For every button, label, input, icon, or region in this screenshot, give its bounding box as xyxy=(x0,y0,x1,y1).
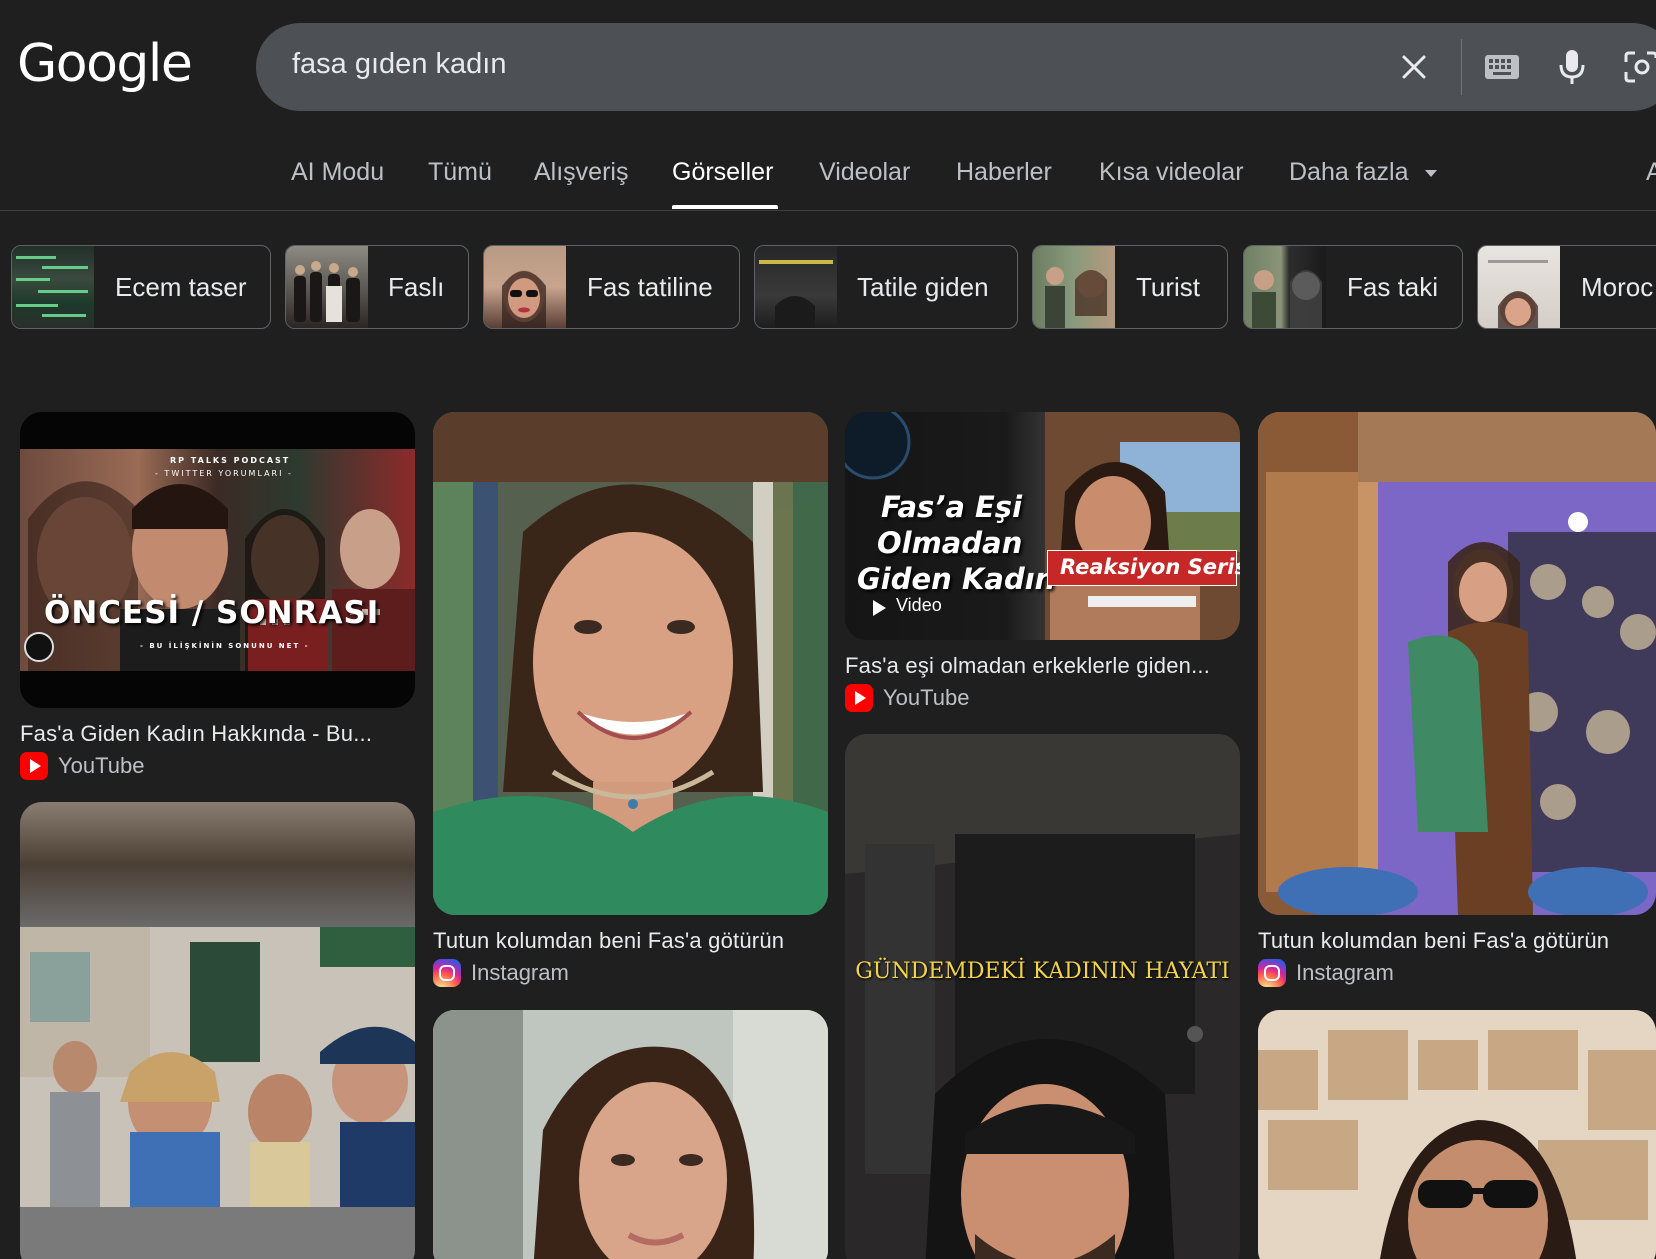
chip-label: Faslı xyxy=(388,272,445,302)
chip-tatile-giden[interactable]: Tatile giden xyxy=(754,245,1018,329)
chip-label: Turist xyxy=(1136,272,1201,302)
instagram-icon xyxy=(1258,959,1286,987)
tab-all[interactable]: Tümü xyxy=(428,158,492,187)
tab-ai-mode[interactable]: AI Modu xyxy=(291,158,384,187)
chip-thumbnail xyxy=(12,246,94,328)
chip-ecem-taser[interactable]: Ecem taser xyxy=(11,245,271,329)
overlay-line: Fas’a Eşi xyxy=(881,490,1023,524)
result-title[interactable]: Tutun kolumdan beni Fas'a götürün xyxy=(433,928,784,954)
search-bar[interactable]: fasa gıden kadın xyxy=(256,23,1656,111)
microphone-icon[interactable] xyxy=(1550,45,1594,89)
result-source[interactable]: Instagram xyxy=(471,960,569,986)
result-title[interactable]: Tutun kolumdan beni Fas'a götürün xyxy=(1258,928,1609,954)
result-title[interactable]: Fas'a Giden Kadın Hakkında - Bu... xyxy=(20,721,372,747)
play-icon xyxy=(873,600,886,616)
overlay-caption-bar xyxy=(1088,596,1196,607)
chip-thumbnail xyxy=(484,246,566,328)
tabs-divider xyxy=(0,210,1656,211)
tab-tools-partial[interactable]: A xyxy=(1646,158,1656,187)
search-tabs: AI Modu Tümü Alışveriş Görseller Videola… xyxy=(0,150,1656,212)
chip-label: Tatile giden xyxy=(857,272,989,302)
tab-more-label: Daha fazla xyxy=(1289,158,1409,186)
overlay-caption: GÜNDEMDEKİ KADININ HAYATI xyxy=(855,959,1230,984)
channel-avatar xyxy=(24,632,54,662)
tab-short-videos[interactable]: Kısa videolar xyxy=(1099,158,1244,187)
result-thumbnail[interactable] xyxy=(433,412,828,915)
youtube-icon xyxy=(845,684,873,712)
tab-videos[interactable]: Videolar xyxy=(819,158,910,187)
result-thumbnail[interactable]: GÜNDEMDEKİ KADININ HAYATI xyxy=(845,734,1240,1259)
chip-thumbnail xyxy=(286,246,368,328)
search-input[interactable]: fasa gıden kadın xyxy=(292,48,506,81)
video-label: Video xyxy=(896,595,942,615)
tab-images[interactable]: Görseller xyxy=(672,158,773,187)
overlay-tag-box: Reaksiyon Serisi xyxy=(1047,550,1240,586)
chip-fas-taki[interactable]: Fas taki xyxy=(1243,245,1463,329)
result-thumbnail[interactable] xyxy=(20,802,415,1259)
chip-turist[interactable]: Turist xyxy=(1032,245,1228,329)
result-source[interactable]: YouTube xyxy=(883,685,969,711)
result-source[interactable]: YouTube xyxy=(58,753,144,779)
keyboard-icon[interactable] xyxy=(1480,45,1524,89)
overlay-tag: Reaksiyon Serisi xyxy=(1060,555,1240,579)
result-thumbnail[interactable] xyxy=(433,1010,828,1259)
chip-fas-tatiline[interactable]: Fas tatiline xyxy=(483,245,740,329)
chip-label: Ecem taser xyxy=(115,272,247,302)
tab-more[interactable]: Daha fazla xyxy=(1289,158,1438,187)
result-source[interactable]: Instagram xyxy=(1296,960,1394,986)
chip-thumbnail xyxy=(1478,246,1560,328)
tab-news[interactable]: Haberler xyxy=(956,158,1052,187)
chip-thumbnail xyxy=(1033,246,1115,328)
active-tab-indicator xyxy=(672,205,778,209)
overlay-podcast-text: RP TALKS PODCAST xyxy=(170,456,291,465)
overlay-subtitle: - TWITTER YORUMLARI - xyxy=(155,469,293,478)
overlay-line: Giden Kadın xyxy=(857,562,1056,596)
google-logo[interactable]: Google xyxy=(17,34,193,94)
search-divider xyxy=(1461,39,1462,95)
camera-lens-icon[interactable] xyxy=(1619,45,1656,89)
overlay-bottom-text: - BU İLİŞKİNİN SONUNU NET - xyxy=(140,642,310,650)
overlay-line: Olmadan xyxy=(877,526,1023,560)
tab-shopping[interactable]: Alışveriş xyxy=(534,158,628,187)
chip-moroc[interactable]: Moroc xyxy=(1477,245,1656,329)
chip-label: Fas tatiline xyxy=(587,272,713,302)
caret-down-icon xyxy=(1425,169,1438,177)
chip-thumbnail xyxy=(755,246,837,328)
chip-fasli[interactable]: Faslı xyxy=(285,245,469,329)
chip-thumbnail xyxy=(1244,246,1326,328)
overlay-title: ÖNCESİ / SONRASI xyxy=(44,595,380,631)
result-title[interactable]: Fas'a eşi olmadan erkeklerle giden... xyxy=(845,653,1210,679)
result-thumbnail[interactable]: Fas’a Eşi Olmadan Giden Kadın Reaksiyon … xyxy=(845,412,1240,640)
chip-label: Moroc xyxy=(1581,272,1654,302)
result-thumbnail[interactable]: RP TALKS PODCAST - TWITTER YORUMLARI - Ö… xyxy=(20,412,415,708)
close-icon[interactable] xyxy=(1392,45,1436,89)
chip-label: Fas taki xyxy=(1347,272,1439,302)
result-thumbnail[interactable] xyxy=(1258,412,1656,915)
instagram-icon xyxy=(433,959,461,987)
video-frame: RP TALKS PODCAST - TWITTER YORUMLARI - Ö… xyxy=(20,449,415,671)
youtube-icon xyxy=(20,752,48,780)
result-thumbnail[interactable] xyxy=(1258,1010,1656,1259)
